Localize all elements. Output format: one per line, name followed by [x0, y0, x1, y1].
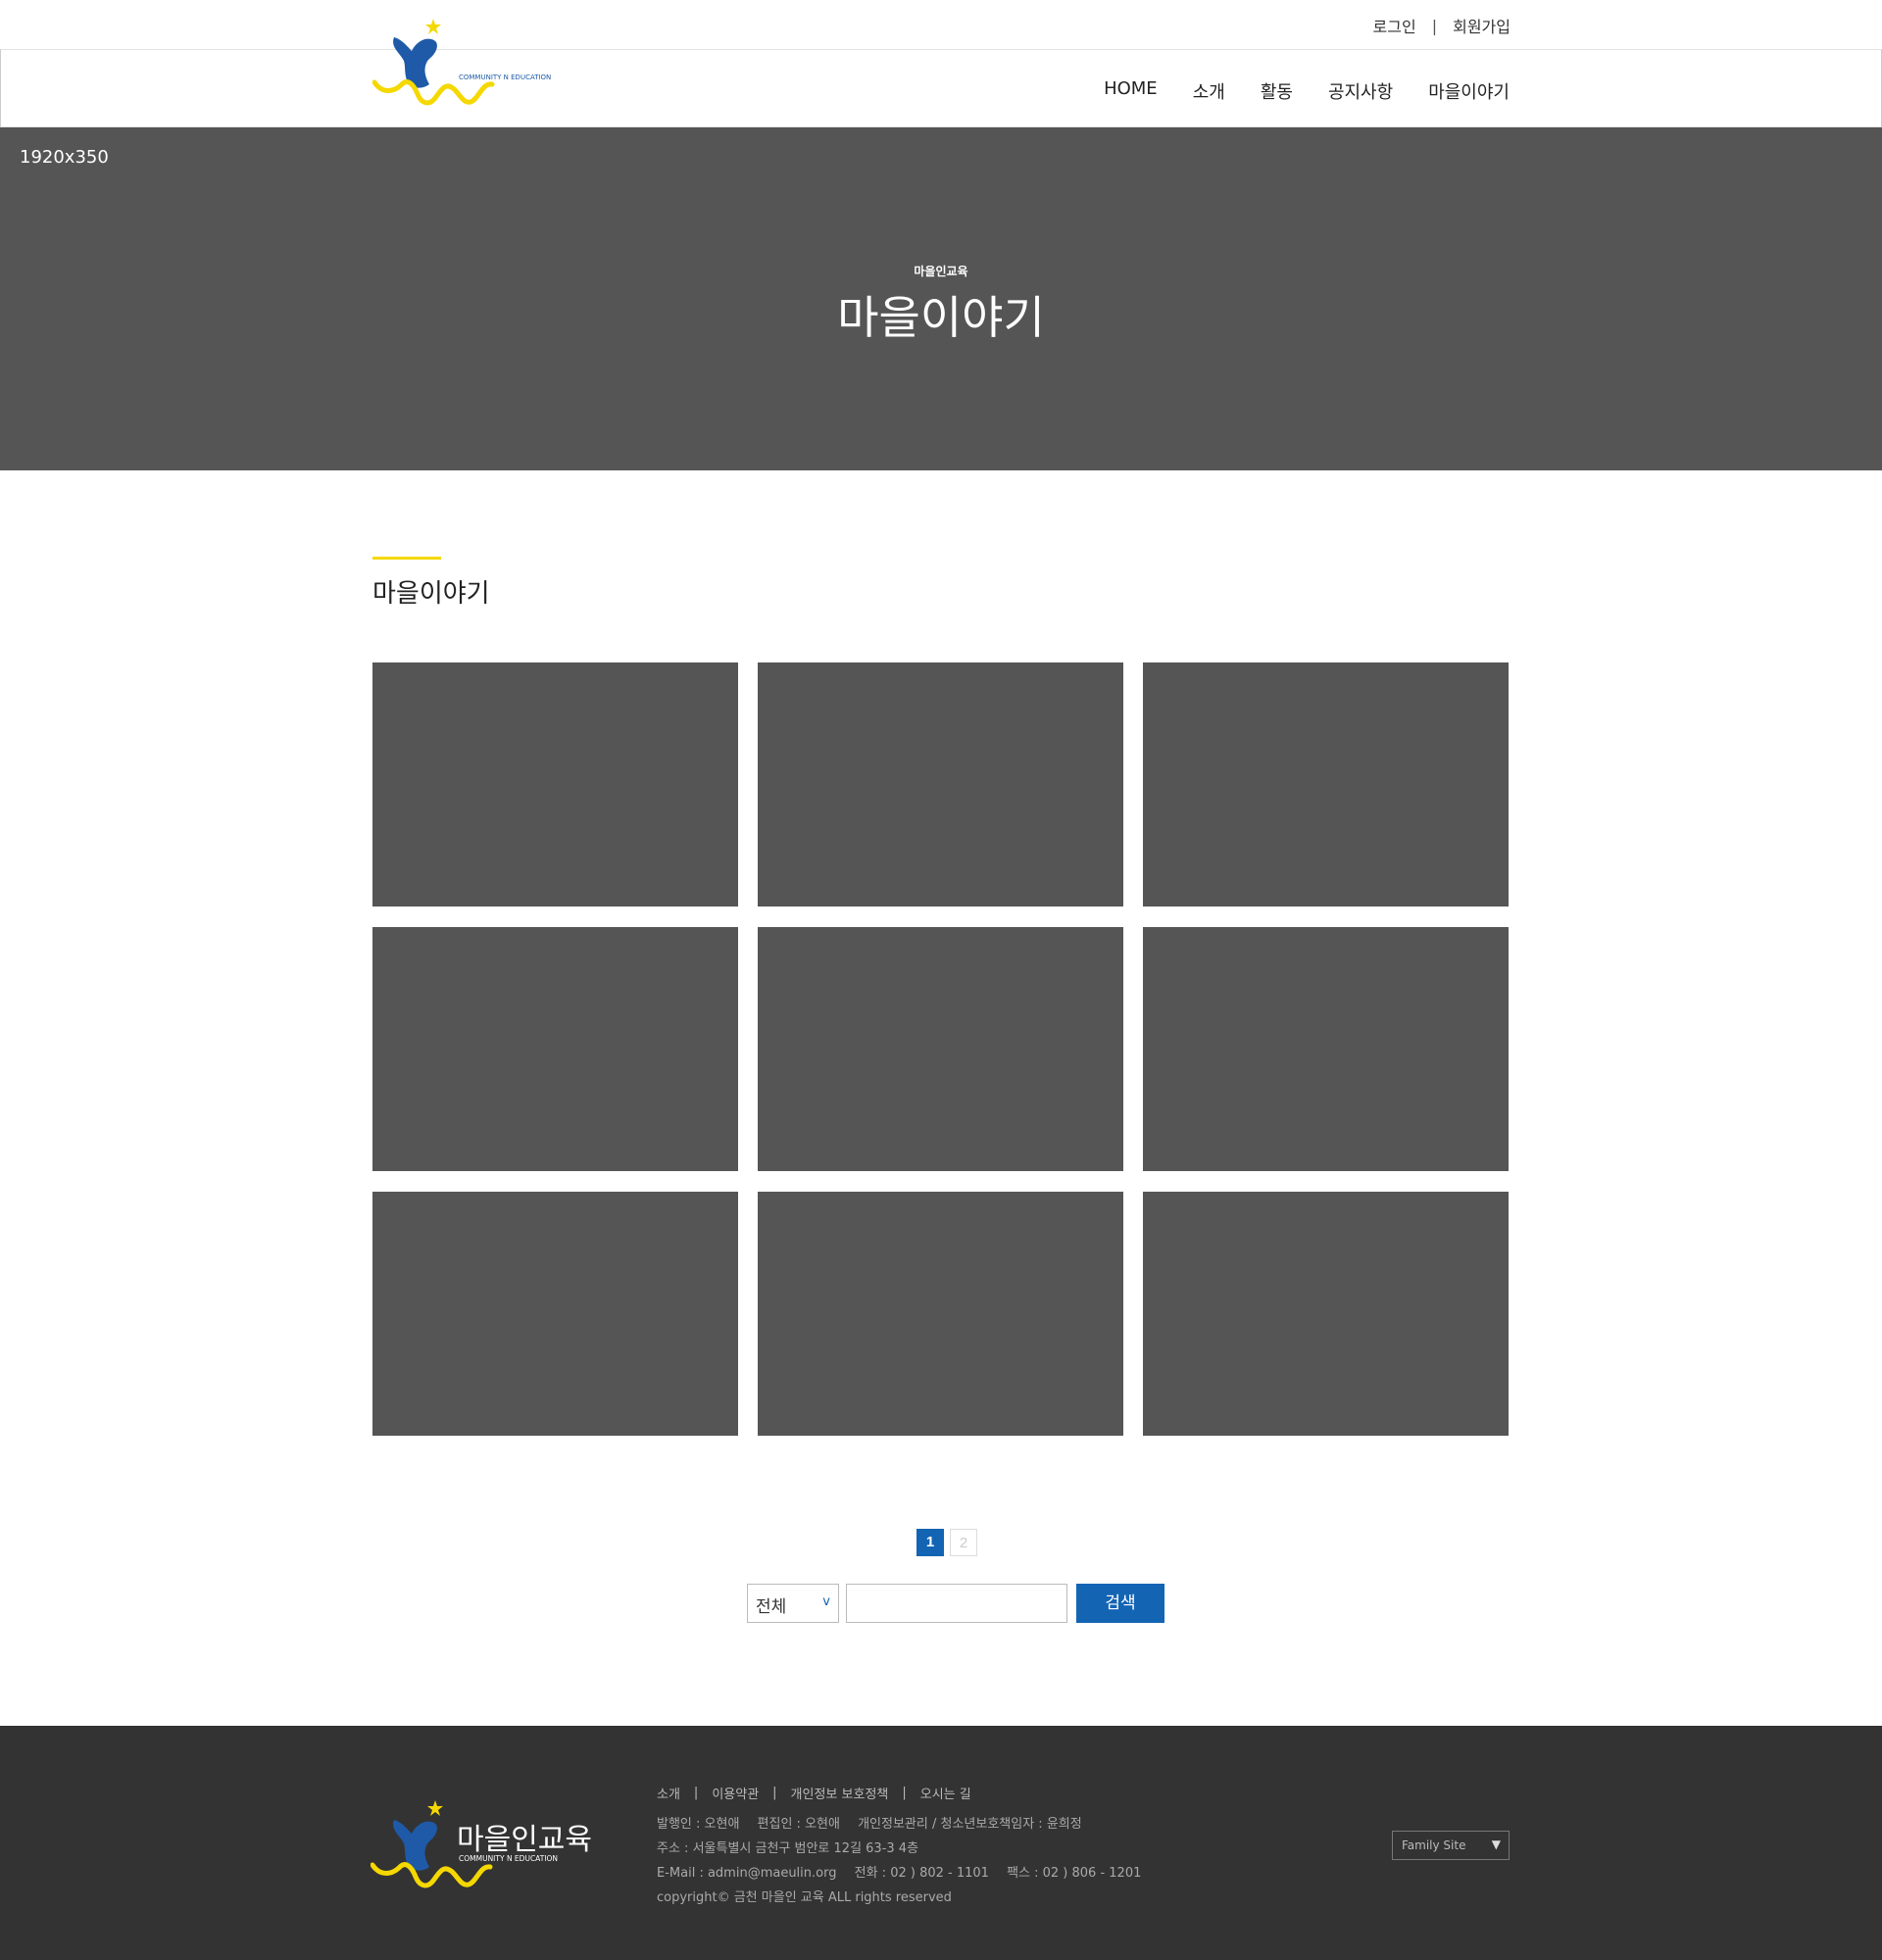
- footer-phone: 전화 : 02 ) 802 - 1101: [854, 1866, 989, 1881]
- footer-link-separator: |: [902, 1786, 907, 1800]
- star-icon: [425, 19, 441, 34]
- login-link[interactable]: 로그인: [1373, 14, 1416, 37]
- nav-home[interactable]: HOME: [1104, 78, 1158, 104]
- util-separator: |: [1431, 16, 1438, 35]
- nav-village-stories[interactable]: 마을이야기: [1428, 78, 1510, 104]
- hero-subtitle: 마을인교육: [914, 265, 968, 278]
- star-icon: [427, 1800, 443, 1816]
- pagination: 1 2: [916, 1529, 977, 1556]
- footer-email: E-Mail : admin@maeulin.org: [657, 1866, 837, 1881]
- gallery-item[interactable]: [758, 1192, 1123, 1436]
- footer-info: 발행인 : 오현애 편집인 : 오현애 개인정보관리 / 청소년보호책임자 : …: [657, 1812, 1141, 1910]
- gallery-item[interactable]: [372, 1192, 738, 1436]
- nav-notices[interactable]: 공지사항: [1328, 78, 1393, 104]
- footer-logo[interactable]: 마을인교육 COMMUNITY N EDUCATION: [370, 1794, 596, 1902]
- hero-size-label: 1920x350: [20, 147, 109, 168]
- page-1[interactable]: 1: [916, 1529, 944, 1556]
- footer-info-line-3: E-Mail : admin@maeulin.org 전화 : 02 ) 802…: [657, 1861, 1141, 1886]
- search-input[interactable]: [846, 1584, 1067, 1623]
- main-nav: HOME 소개 활동 공지사항 마을이야기: [1104, 78, 1510, 104]
- footer-links: 소개 | 이용약관 | 개인정보 보호정책 | 오시는 길: [657, 1784, 971, 1802]
- footer-link-terms[interactable]: 이용약관: [712, 1784, 759, 1802]
- gallery-item[interactable]: [1143, 927, 1509, 1171]
- page-2[interactable]: 2: [950, 1529, 977, 1556]
- footer-copyright: copyright© 금천 마을인 교육 ALL rights reserved: [657, 1890, 952, 1905]
- gallery-item[interactable]: [1143, 1192, 1509, 1436]
- svg-text:마을인교육: 마을인교육: [457, 1823, 592, 1857]
- gallery-item[interactable]: [372, 927, 738, 1171]
- util-links: 로그인 | 회원가입: [1373, 14, 1511, 37]
- search-category-value: 전체: [756, 1597, 787, 1617]
- nav-activities[interactable]: 활동: [1261, 78, 1293, 104]
- section-title: 마을이야기: [372, 579, 490, 609]
- svg-text:COMMUNITY N EDUCATION: COMMUNITY N EDUCATION: [459, 1854, 558, 1863]
- footer-link-about[interactable]: 소개: [657, 1784, 680, 1802]
- family-site-select[interactable]: Family Site ▼: [1392, 1831, 1510, 1860]
- hero-banner: 1920x350 마을인교육 마을이야기: [0, 127, 1882, 470]
- search-category-select[interactable]: 전체 v: [747, 1584, 839, 1623]
- signup-link[interactable]: 회원가입: [1453, 14, 1511, 37]
- hero-title: 마을이야기: [837, 291, 1045, 344]
- top-utility-bar: 로그인 | 회원가입: [0, 0, 1882, 49]
- footer-address: 주소 : 서울특별시 금천구 범안로 12길 63-3 4층: [657, 1841, 919, 1856]
- site-footer: 마을인교육 COMMUNITY N EDUCATION 소개 | 이용약관 | …: [0, 1726, 1882, 1960]
- gallery-item[interactable]: [1143, 662, 1509, 906]
- search-button[interactable]: 검색: [1076, 1584, 1164, 1623]
- gallery-item[interactable]: [758, 927, 1123, 1171]
- family-site-label: Family Site: [1402, 1838, 1466, 1852]
- gallery-item[interactable]: [758, 662, 1123, 906]
- search-bar: 전체 v 검색: [747, 1584, 1164, 1623]
- gallery-item[interactable]: [372, 662, 738, 906]
- footer-info-line-1: 발행인 : 오현애 편집인 : 오현애 개인정보관리 / 청소년보호책임자 : …: [657, 1812, 1141, 1837]
- site-logo[interactable]: COMMUNITY N EDUCATION: [371, 14, 588, 112]
- footer-editor: 편집인 : 오현애: [757, 1817, 840, 1832]
- section-title-accent: [372, 557, 441, 560]
- footer-link-directions[interactable]: 오시는 길: [920, 1784, 971, 1802]
- svg-text:COMMUNITY N EDUCATION: COMMUNITY N EDUCATION: [459, 74, 551, 81]
- dropdown-arrow-icon: ▼: [1491, 1838, 1501, 1851]
- footer-publisher: 발행인 : 오현애: [657, 1817, 740, 1832]
- footer-privacy-officer: 개인정보관리 / 청소년보호책임자 : 윤희정: [858, 1817, 1082, 1832]
- footer-logo-mark-icon: 마을인교육 COMMUNITY N EDUCATION: [370, 1800, 592, 1888]
- logo-mark-icon: COMMUNITY N EDUCATION: [371, 19, 551, 106]
- gallery-grid: [372, 662, 1510, 1436]
- nav-about[interactable]: 소개: [1193, 78, 1225, 104]
- footer-link-separator: |: [772, 1786, 777, 1800]
- footer-link-separator: |: [693, 1786, 699, 1800]
- footer-fax: 팩스 : 02 ) 806 - 1201: [1007, 1866, 1142, 1881]
- select-arrow-icon: v: [822, 1594, 830, 1609]
- footer-link-privacy[interactable]: 개인정보 보호정책: [791, 1784, 889, 1802]
- main-nav-bar: [0, 49, 1882, 127]
